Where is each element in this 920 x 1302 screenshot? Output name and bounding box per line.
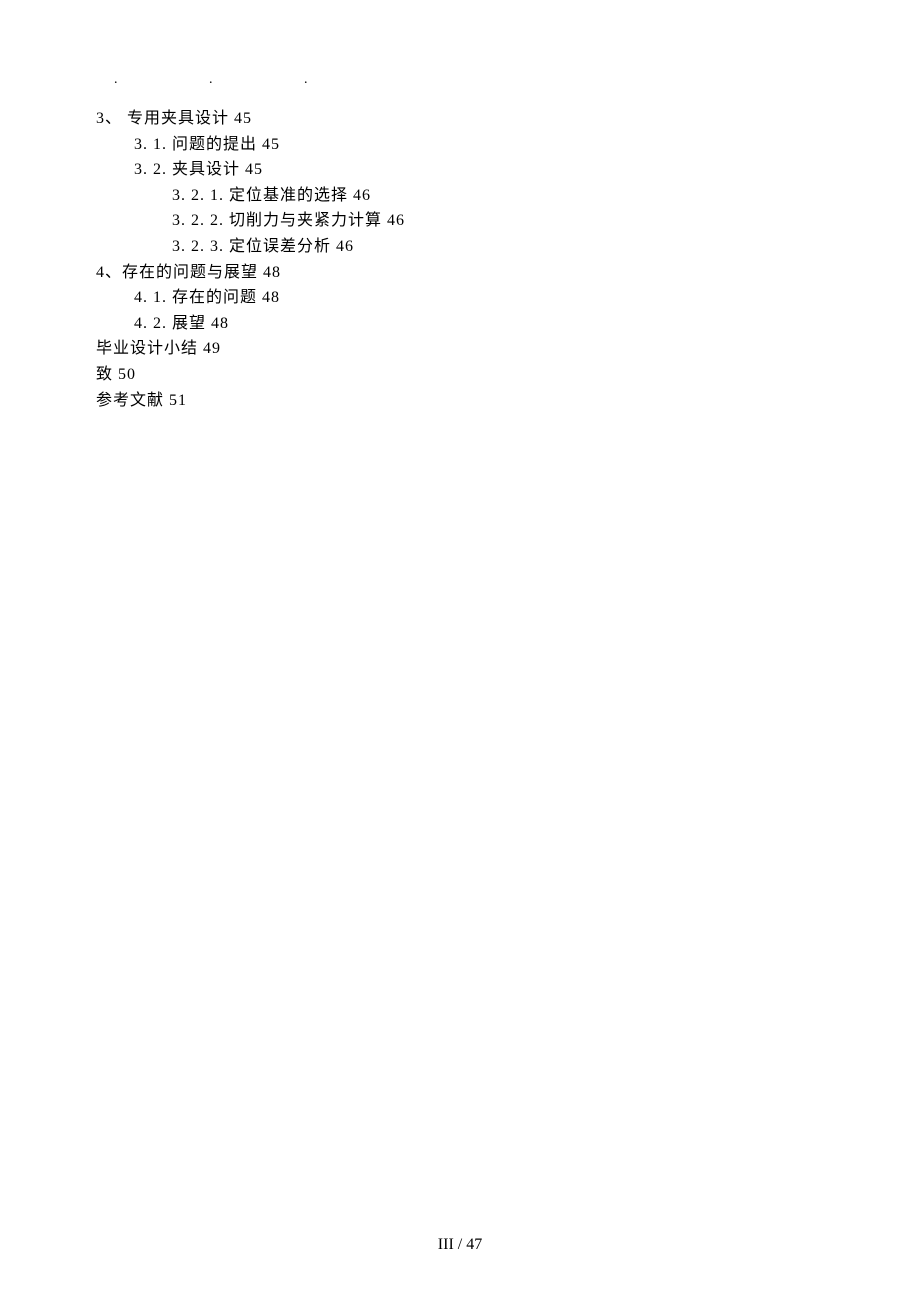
toc-entry: 毕业设计小结 49 [96, 336, 824, 362]
toc-entry: 4. 2. 展望 48 [134, 311, 824, 337]
toc-entry: 4、存在的问题与展望 48 [96, 260, 824, 286]
toc-entry: 3. 2. 2. 切削力与夹紧力计算 46 [172, 208, 824, 234]
page-content: . . . 3、 专用夹具设计 45 3. 1. 问题的提出 45 3. 2. … [0, 0, 920, 413]
page-footer: III / 47 [0, 1236, 920, 1254]
toc-entry: 3. 2. 3. 定位误差分析 46 [172, 234, 824, 260]
toc-entry: 3. 1. 问题的提出 45 [134, 132, 824, 158]
toc-entry: 3、 专用夹具设计 45 [96, 106, 824, 132]
toc-entry: 3. 2. 1. 定位基准的选择 46 [172, 183, 824, 209]
toc-entry: 参考文献 51 [96, 388, 824, 414]
toc-entry: 4. 1. 存在的问题 48 [134, 285, 824, 311]
toc-entry: 致 50 [96, 362, 824, 388]
header-dots: . . . [114, 72, 824, 88]
toc-entry: 3. 2. 夹具设计 45 [134, 157, 824, 183]
